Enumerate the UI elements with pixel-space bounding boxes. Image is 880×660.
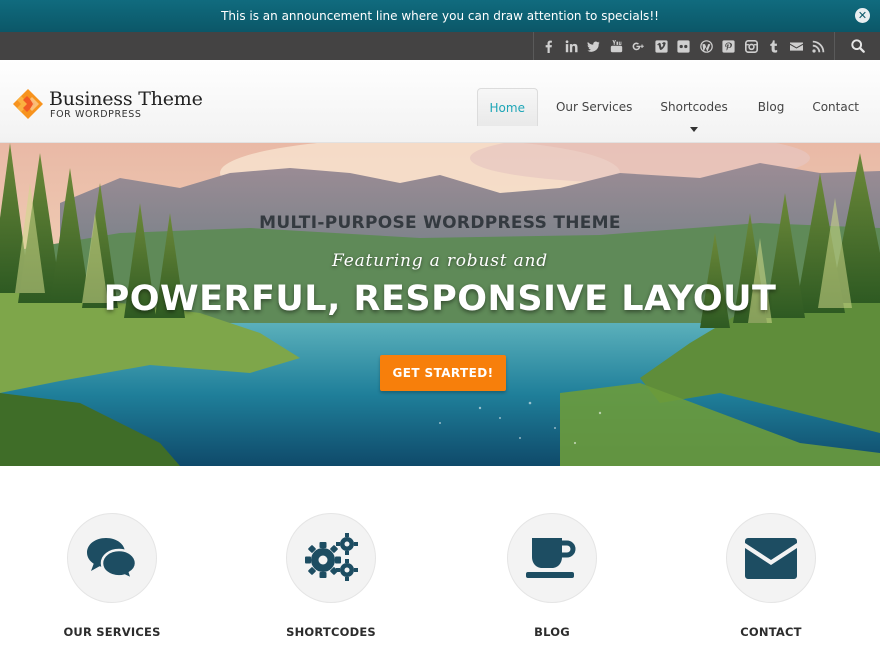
logo-title: Business Theme [49,88,203,110]
nav-item-contact[interactable]: Contact [798,88,880,126]
coffee-cup-icon [526,538,576,578]
linkedin-icon[interactable] [560,32,583,60]
hero-kicker: MULTI-PURPOSE WORDPRESS THEME [259,213,621,233]
chat-bubbles-icon [87,538,138,580]
hero-title: POWERFUL, RESPONSIVE LAYOUT [103,279,777,319]
feature-icon-circle [507,513,597,603]
email-icon[interactable] [785,32,808,60]
nav-item-shortcodes[interactable]: Shortcodes [644,88,743,132]
tumblr-icon[interactable] [763,32,786,60]
youtube-icon[interactable] [605,32,628,60]
google-plus-icon[interactable] [628,32,651,60]
vimeo-icon[interactable] [650,32,673,60]
twitter-icon[interactable] [583,32,606,60]
announcement-text: This is an announcement line where you c… [221,9,659,23]
hero-subtitle: Featuring a robust and [332,251,548,271]
feature-label: CONTACT [740,625,802,639]
nav-item-shortcodes-label: Shortcodes [660,100,728,114]
envelope-icon [745,538,797,579]
wordpress-icon[interactable] [695,32,718,60]
feature-icon-circle [726,513,816,603]
announcement-bar: This is an announcement line where you c… [0,0,880,32]
features-section: OUR SERVICES SHORTCODES BLOG CONTACT [0,466,880,660]
site-logo[interactable]: Business Theme FOR WORDPRESS [12,88,203,120]
feature-our-services[interactable]: OUR SERVICES [37,513,187,639]
nav-item-home[interactable]: Home [476,88,538,126]
feature-icon-circle [67,513,157,603]
chevron-down-icon [690,127,699,132]
rss-icon[interactable] [808,32,831,60]
close-icon[interactable]: ✕ [855,8,870,23]
logo-subtitle: FOR WORDPRESS [50,109,142,120]
feature-shortcodes[interactable]: SHORTCODES [256,513,406,639]
main-nav: Home Our Services Shortcodes Blog Contac… [476,88,880,132]
feature-blog[interactable]: BLOG [477,513,627,639]
nav-item-blog[interactable]: Blog [744,88,799,126]
get-started-button[interactable]: GET STARTED! [380,355,506,391]
site-header: Business Theme FOR WORDPRESS Home Our Se… [0,60,880,143]
social-bar [0,32,880,60]
flickr-icon[interactable] [673,32,696,60]
feature-label: OUR SERVICES [63,625,161,639]
feature-label: BLOG [534,625,570,639]
pinterest-icon[interactable] [718,32,741,60]
search-icon[interactable] [834,32,880,60]
hero-banner: MULTI-PURPOSE WORDPRESS THEME Featuring … [0,143,880,466]
logo-icon [13,89,43,119]
nav-item-our-services[interactable]: Our Services [544,88,644,126]
feature-contact[interactable]: CONTACT [696,513,846,639]
feature-icon-circle [286,513,376,603]
facebook-icon[interactable] [538,32,561,60]
feature-label: SHORTCODES [286,625,376,639]
gears-icon [305,533,358,581]
social-icons [532,32,835,60]
instagram-icon[interactable] [740,32,763,60]
